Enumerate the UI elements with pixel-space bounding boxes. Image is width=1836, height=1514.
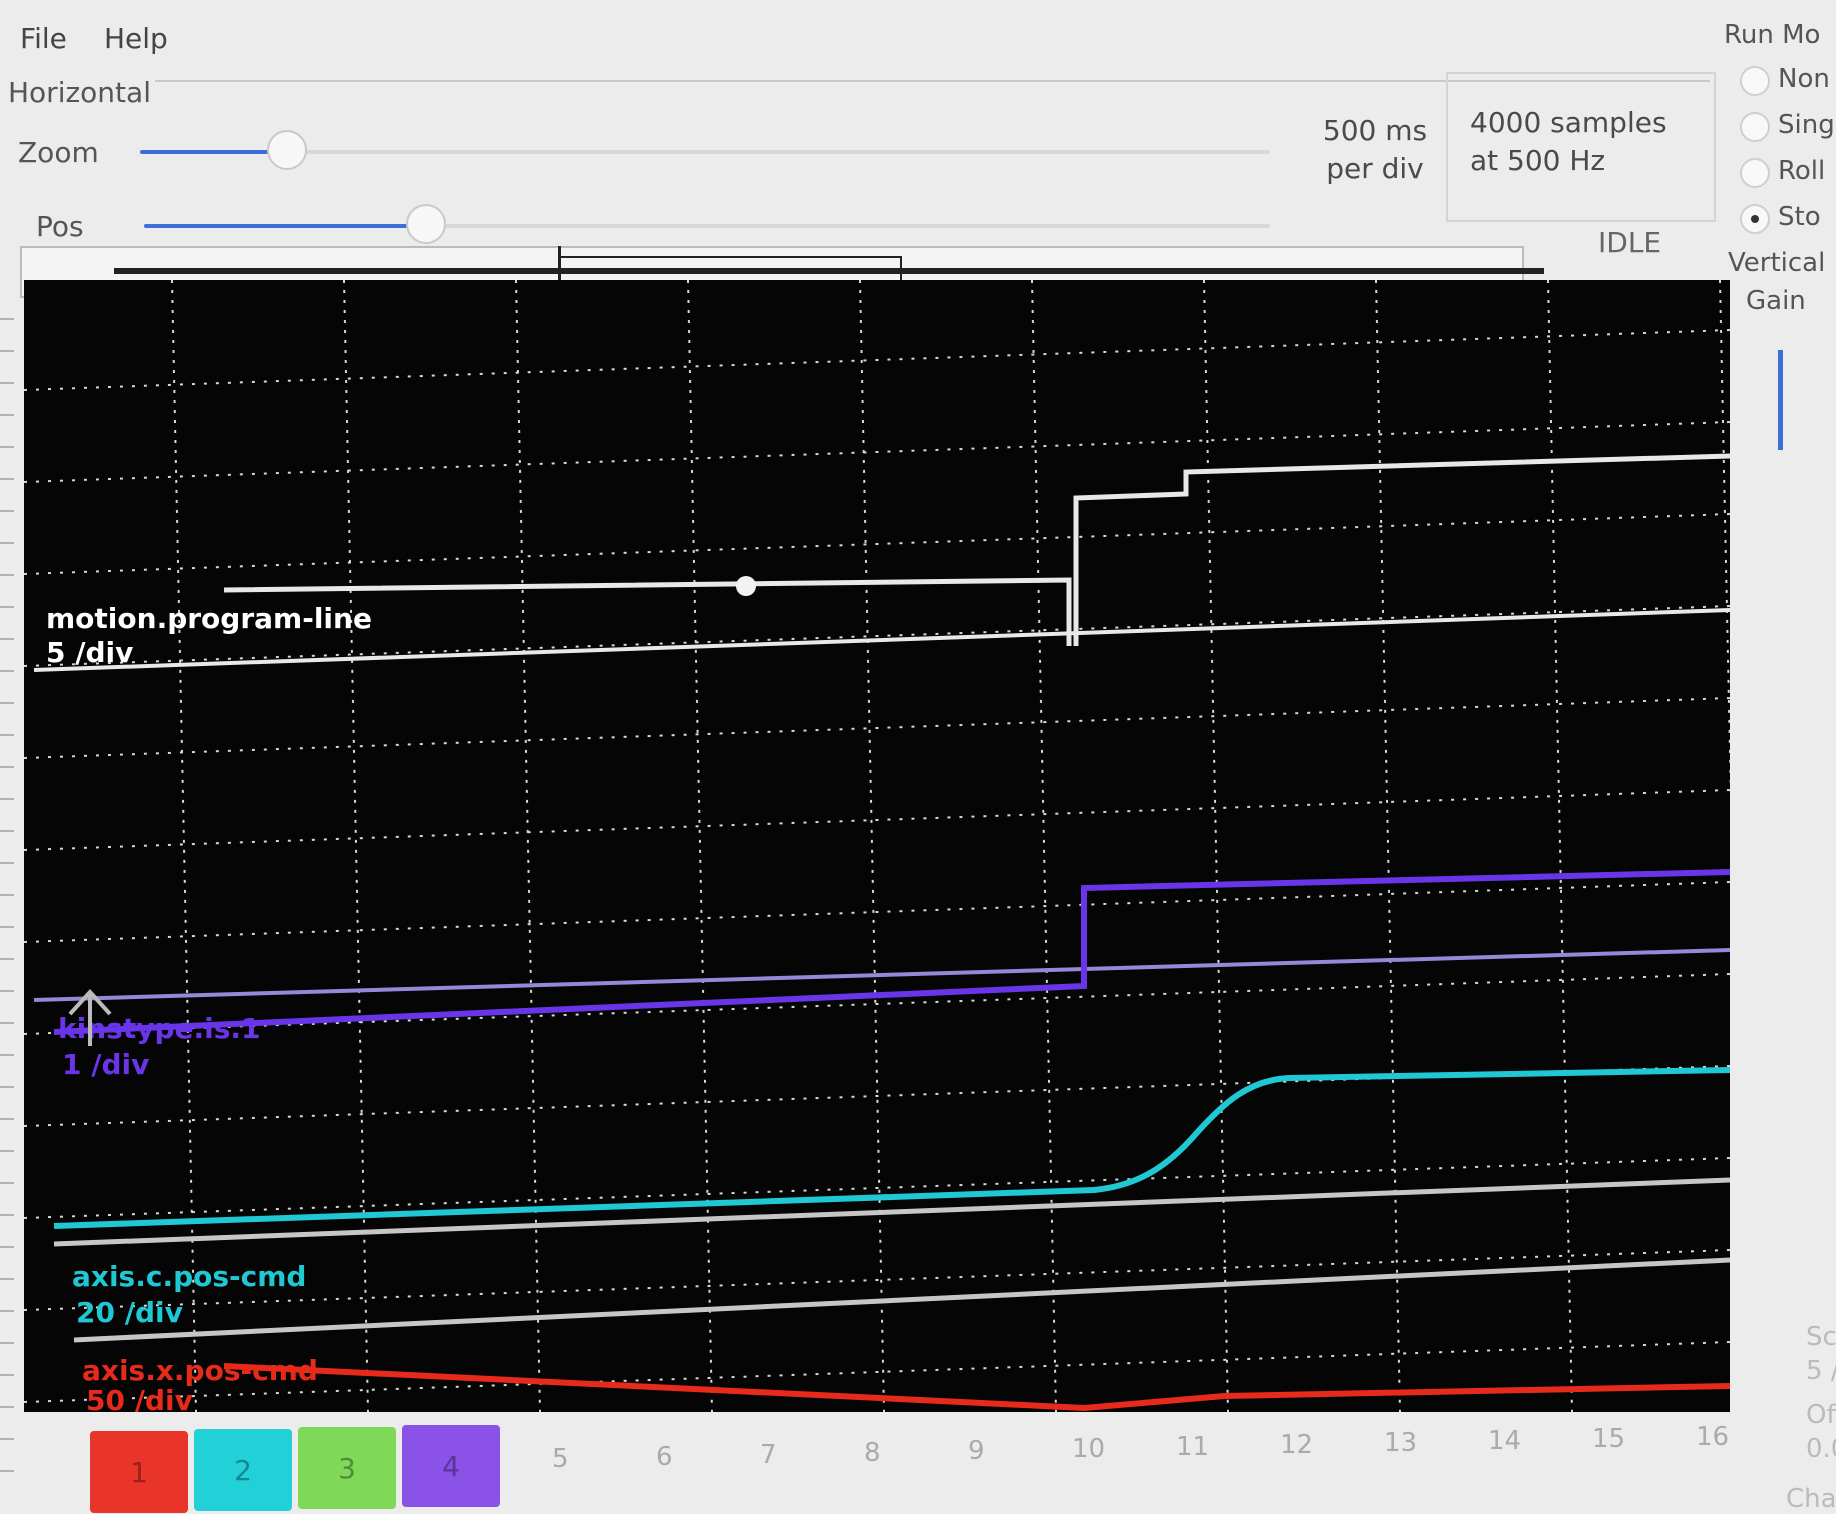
grid-vertical-line [515,280,541,1412]
right-panel: Run Mo Non Sing Roll Sto Vertical Gain S… [1722,0,1836,1514]
channel-10-button[interactable]: 10 [1072,1434,1105,1464]
gain-slider[interactable] [1778,350,1783,450]
channel-4-button[interactable]: 4 [402,1425,500,1507]
trace-3-baseline [53,1177,1730,1247]
channel-12-button[interactable]: 12 [1280,1430,1313,1460]
samples-rate: at 500 Hz [1470,144,1606,177]
channel-3-button[interactable]: 3 [298,1427,396,1509]
menu-file[interactable]: File [20,22,67,55]
grid-vertical-line [171,280,197,1412]
channel-9-button[interactable]: 9 [968,1436,985,1466]
grid-horizontal-line [24,973,1730,1035]
run-mode-single-radio[interactable] [1740,112,1770,142]
trace-4-scale: 50 /div [86,1384,193,1412]
trace-4-baseline [73,1257,1730,1343]
run-mode-roll-label[interactable]: Roll [1778,156,1825,186]
channel-1-label: 1 [130,1455,148,1489]
pos-slider-knob[interactable] [406,204,446,244]
zoom-slider[interactable] [140,130,1270,170]
offset-value: 0.0 [1806,1434,1836,1464]
trace-4-name: axis.x.pos-cmd [82,1354,318,1387]
trace-axis-x-pos-cmd [223,1363,1730,1412]
run-mode-single-label[interactable]: Sing [1778,110,1835,140]
channel-6-button[interactable]: 6 [656,1442,673,1472]
grid-horizontal-lines [24,329,1730,1403]
scope-display[interactable]: motion.program-line 5 /div kinstype.is.1… [24,280,1730,1412]
offset-label: Off [1806,1400,1836,1430]
grid-vertical-line [1203,280,1229,1412]
zoom-slider-fill [140,150,287,154]
scale-value: 5 / [1806,1356,1836,1386]
channel-1-button[interactable]: 1 [90,1431,188,1513]
left-ruler [0,300,14,1500]
horizontal-frame-label: Horizontal [4,76,155,109]
grid-horizontal-line [24,697,1730,759]
gain-label: Gain [1746,286,1806,316]
pos-label: Pos [36,210,84,243]
grid-vertical-line [859,280,885,1412]
samples-count: 4000 samples [1470,106,1667,139]
grid-horizontal-line [24,329,1730,391]
vertical-title: Vertical [1728,248,1826,278]
zoom-slider-knob[interactable] [267,130,307,170]
channel-13-button[interactable]: 13 [1384,1428,1417,1458]
trace-1-marker [736,576,756,596]
channel-14-button[interactable]: 14 [1488,1426,1521,1456]
grid-horizontal-line [24,421,1730,483]
run-mode-stop-label[interactable]: Sto [1778,202,1821,232]
per-div-readout: 500 ms per div [1300,112,1450,188]
channel-15-button[interactable]: 15 [1592,1424,1625,1454]
grid-vertical-lines [171,280,1730,1412]
channel-3-label: 3 [338,1451,356,1485]
status-label: IDLE [1598,226,1662,259]
trace-kinstype-is-1 [53,869,1730,1035]
per-div-unit: per div [1326,152,1424,185]
pos-slider-fill [144,224,426,228]
zoom-label: Zoom [18,136,99,169]
grid-vertical-line [1031,280,1057,1412]
grid-horizontal-line [24,881,1730,943]
channel-5-button[interactable]: 5 [552,1444,569,1474]
grid-horizontal-line [24,513,1730,575]
grid-horizontal-line [24,789,1730,851]
trace-1-name: motion.program-line [46,602,372,635]
menu-help[interactable]: Help [104,22,168,55]
run-mode-normal-label[interactable]: Non [1778,64,1830,94]
run-mode-normal-radio[interactable] [1740,66,1770,96]
channel-7-button[interactable]: 7 [760,1440,777,1470]
channel-11-button[interactable]: 11 [1176,1432,1209,1462]
channel-8-button[interactable]: 8 [864,1438,881,1468]
grid-vertical-line [687,280,713,1412]
scope-canvas: motion.program-line 5 /div kinstype.is.1… [24,280,1730,1412]
channel-2-label: 2 [234,1453,252,1487]
run-mode-title: Run Mo [1724,20,1821,50]
scale-label: Sc [1806,1322,1836,1352]
run-mode-roll-radio[interactable] [1740,158,1770,188]
grid-vertical-line [343,280,369,1412]
trace-3-name: axis.c.pos-cmd [72,1260,306,1293]
grid-vertical-line [1547,280,1573,1412]
channel-2-button[interactable]: 2 [194,1429,292,1511]
trace-1-scale: 5 /div [46,636,133,669]
channel-4-label: 4 [442,1449,460,1483]
samples-readout: 4000 samples at 500 Hz [1470,104,1700,180]
trace-axis-c-pos-cmd [53,1067,1730,1229]
per-div-value: 500 ms [1322,114,1428,147]
trace-2-scale: 1 /div [62,1048,149,1081]
grid-vertical-line [1375,280,1401,1412]
menu-bar: File Help [0,0,1720,70]
trace-3-scale: 20 /div [76,1296,183,1329]
pos-slider[interactable] [144,204,1270,244]
run-mode-stop-radio[interactable] [1740,204,1770,234]
